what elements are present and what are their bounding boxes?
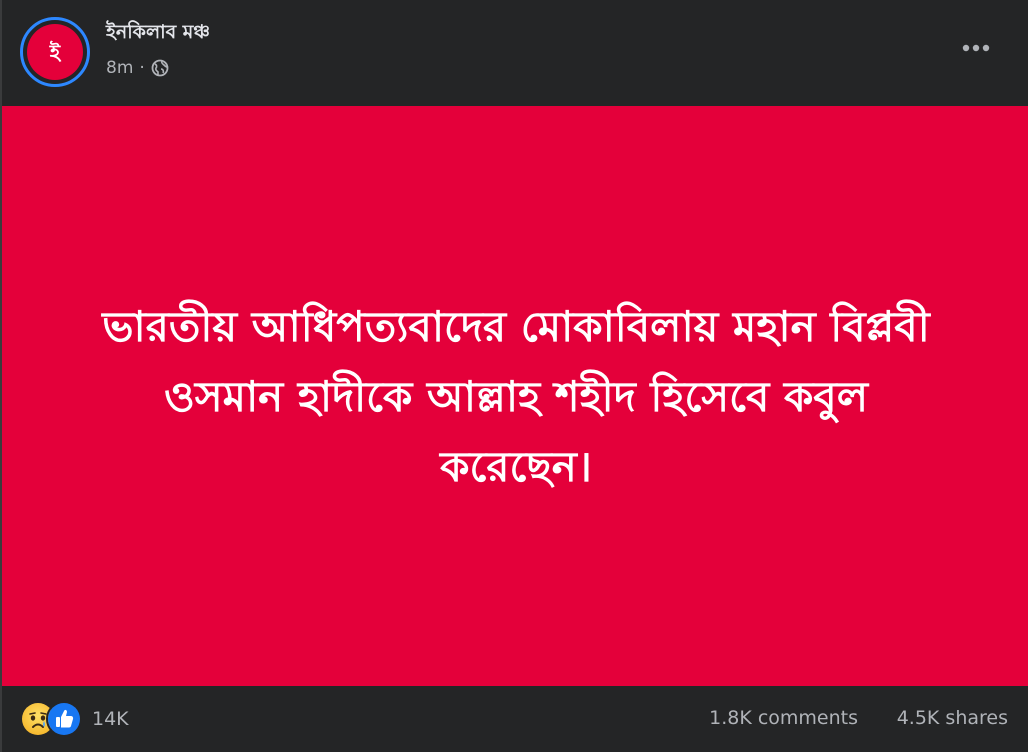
meta-separator: · — [139, 58, 145, 78]
more-horizontal-icon — [962, 44, 990, 52]
like-icon — [46, 701, 82, 737]
page-avatar[interactable]: ই — [20, 17, 90, 87]
comments-count-link[interactable]: 1.8K comments — [709, 707, 858, 729]
more-options-button[interactable] — [952, 28, 1000, 68]
page-name[interactable]: ইনকিলাব মঞ্চ — [106, 18, 210, 50]
avatar-logo: ই — [27, 24, 83, 80]
globe-icon[interactable] — [151, 59, 169, 77]
facebook-post: ই ইনকিলাব মঞ্চ 8m · ভারতীয় আধিপত্যবাদের… — [0, 0, 1028, 752]
shares-count-link[interactable]: 4.5K shares — [897, 707, 1008, 729]
avatar-logo-glyph: ই — [49, 40, 61, 64]
post-text-line-3: করেছেন। — [440, 442, 592, 491]
post-meta: 8m · — [106, 58, 169, 78]
post-header: ই ইনকিলাব মঞ্চ 8m · — [2, 0, 1028, 106]
post-image-text: ভারতীয় আধিপত্যবাদের মোকাবিলায় মহান বিপ… — [42, 292, 990, 502]
reaction-count: 14K — [92, 708, 129, 730]
post-timestamp[interactable]: 8m — [106, 58, 133, 78]
post-text-line-2: ওসমান হাদীকে আল্লাহ শহীদ হিসেবে কবুল — [163, 372, 869, 421]
reactions-summary[interactable]: 14K — [20, 701, 129, 737]
post-image[interactable]: ভারতীয় আধিপত্যবাদের মোকাবিলায় মহান বিপ… — [2, 106, 1028, 686]
post-text-line-1: ভারতীয় আধিপত্যবাদের মোকাবিলায় মহান বিপ… — [102, 302, 930, 351]
post-footer: 14K 1.8K comments 4.5K shares — [2, 686, 1028, 752]
